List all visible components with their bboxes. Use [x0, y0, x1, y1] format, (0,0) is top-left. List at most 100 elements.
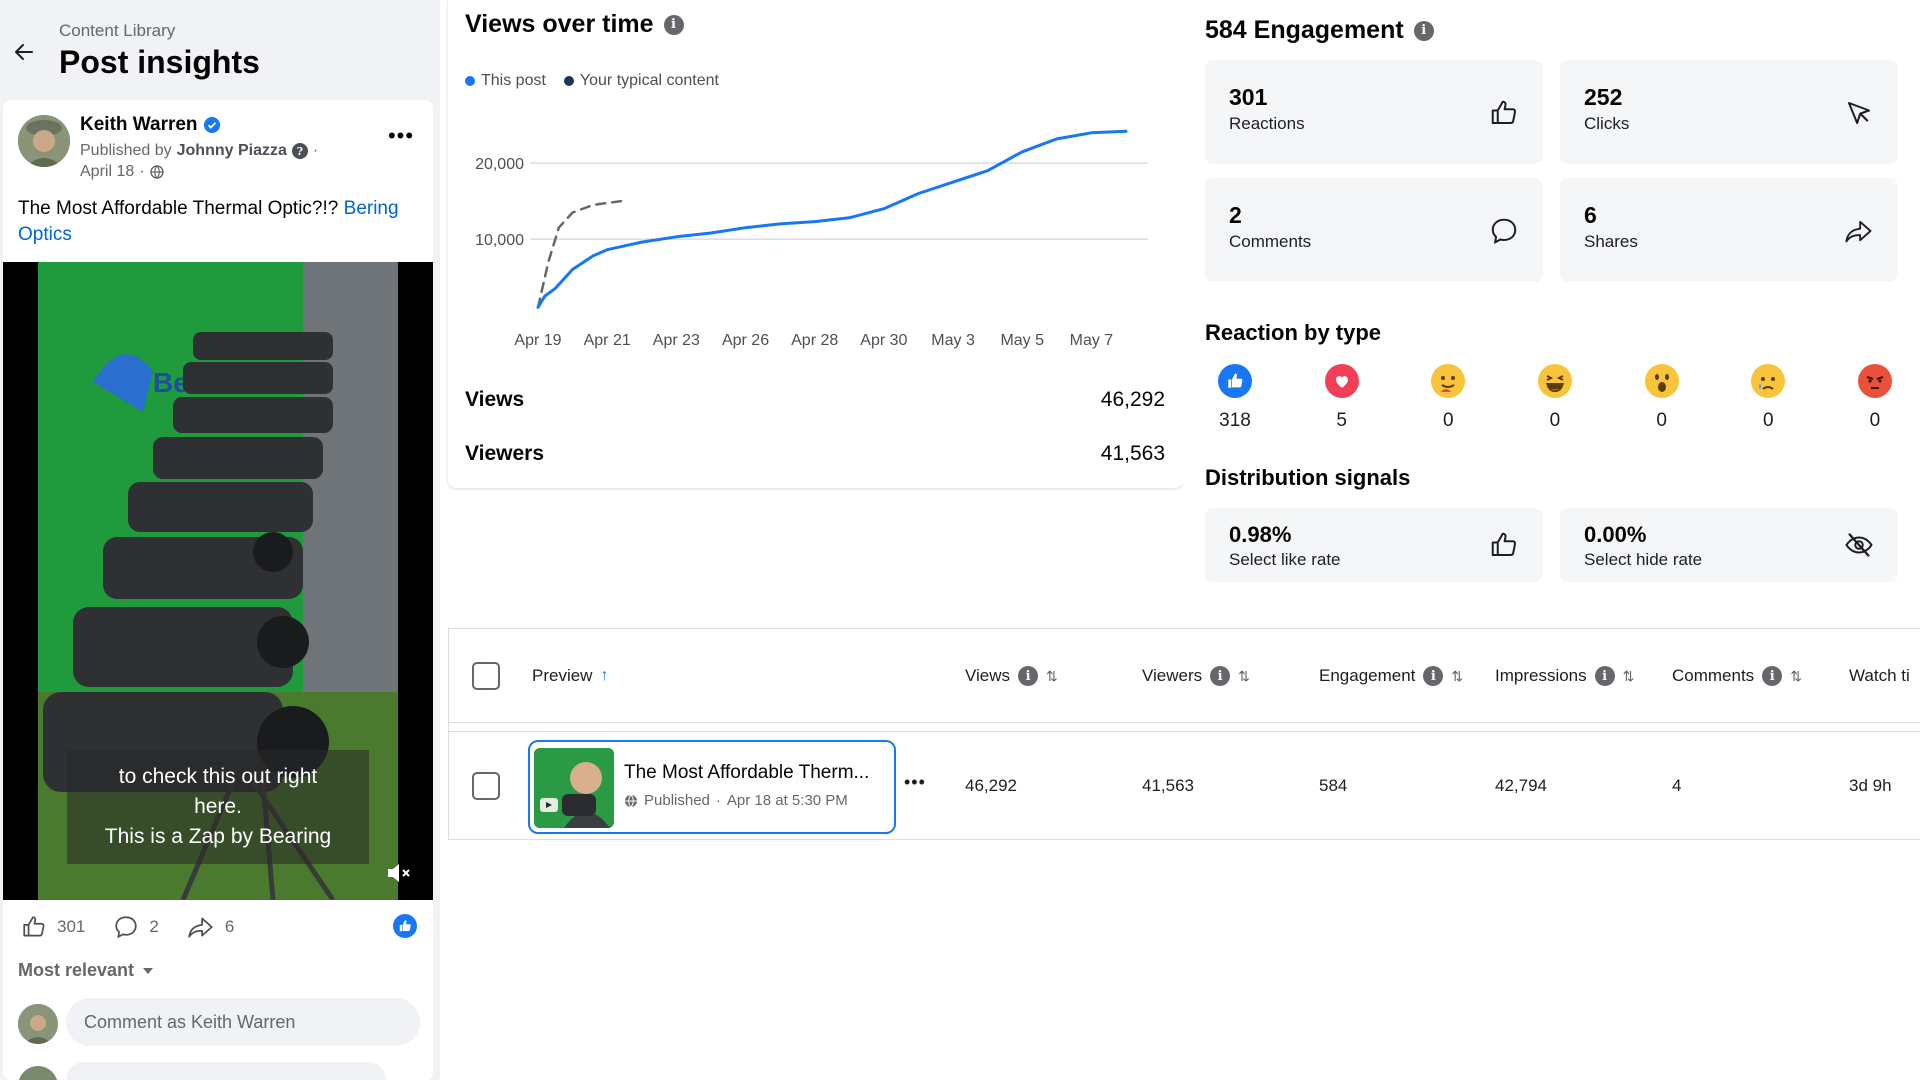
column-label: Viewers	[1142, 666, 1203, 685]
comments-stat[interactable]: 2	[113, 914, 159, 940]
column-header-preview[interactable]: Preview ↑	[532, 666, 608, 686]
angry-count: 0	[1869, 410, 1881, 431]
reaction-care[interactable]: 0	[1418, 364, 1478, 432]
avatar-image	[18, 1004, 58, 1044]
post-preview-title[interactable]: The Most Affordable Therm...	[624, 762, 892, 784]
info-icon[interactable]: i	[1210, 666, 1231, 686]
reaction-wow[interactable]: 0	[1632, 364, 1692, 432]
caret-down-icon	[143, 967, 154, 974]
share-icon	[1845, 220, 1872, 243]
thumbs-up-icon	[1491, 532, 1517, 556]
separator-dot: ·	[139, 163, 145, 180]
comments-label: Comments	[1229, 232, 1312, 251]
haha-count: 0	[1549, 410, 1561, 431]
mute-button[interactable]	[383, 858, 413, 888]
help-icon[interactable]: ?	[291, 143, 308, 159]
info-icon[interactable]: i	[1018, 666, 1039, 686]
hide-rate-card[interactable]: 0.00% Select hide rate	[1560, 508, 1898, 582]
cell-engagement: 584	[1319, 776, 1348, 795]
video-subtitle: to check this out right here. This is a …	[67, 750, 369, 864]
subtitle-line: here.	[194, 795, 242, 818]
info-icon[interactable]: i	[1423, 666, 1444, 686]
like-rate-card[interactable]: 0.98% Select like rate	[1205, 508, 1543, 582]
column-header-impressions[interactable]: Impressions i ⇅	[1495, 666, 1634, 686]
author-name[interactable]: Keith Warren	[80, 114, 220, 136]
page-title: Post insights	[59, 44, 260, 80]
clicks-card[interactable]: 252 Clicks	[1560, 60, 1898, 164]
thumbs-up-icon	[399, 920, 411, 932]
like-rate-value: 0.98%	[1229, 522, 1292, 547]
post-video[interactable]: Be to check this out right here. This is…	[3, 262, 433, 900]
separator-dot: ·	[312, 142, 319, 159]
status-text: Published	[644, 792, 710, 809]
table-row[interactable]: The Most Affordable Therm... Published ·…	[449, 731, 1920, 841]
back-button[interactable]	[6, 34, 42, 70]
y-tick-label: 10,000	[475, 232, 524, 249]
author-avatar[interactable]	[18, 115, 70, 167]
author-name-text[interactable]: Keith Warren	[80, 114, 198, 136]
column-header-engagement[interactable]: Engagement i ⇅	[1319, 666, 1463, 686]
reactions-stat[interactable]: 301	[21, 914, 85, 940]
post-more-options-button[interactable]: •••	[381, 122, 421, 150]
info-icon[interactable]: i	[1594, 666, 1615, 686]
published-prefix: Published by	[80, 142, 172, 159]
viewers-metric-row: Viewers 41,563	[465, 442, 1165, 466]
viewers-label: Viewers	[465, 442, 545, 465]
post-date-line: April 18 ·	[80, 163, 164, 181]
hidden-eye-icon	[1845, 533, 1873, 557]
clicks-value: 252	[1584, 84, 1623, 110]
breadcrumb[interactable]: Content Library	[59, 21, 175, 41]
column-header-viewers[interactable]: Viewers i ⇅	[1142, 666, 1250, 686]
post-date[interactable]: April 18	[80, 163, 134, 181]
comment-sort-dropdown[interactable]: Most relevant	[18, 960, 154, 981]
column-header-watch-time[interactable]: Watch ti	[1849, 666, 1910, 686]
post-card: Keith Warren Published by Johnny Piazza …	[3, 100, 433, 1080]
comments-card[interactable]: 2 Comments	[1205, 178, 1543, 282]
sad-count: 0	[1762, 410, 1774, 431]
shares-stat[interactable]: 6	[187, 914, 234, 940]
comment-input[interactable]	[66, 998, 420, 1046]
thumbs-up-icon	[23, 916, 45, 937]
column-header-views[interactable]: Views i ⇅	[965, 666, 1058, 686]
cursor-icon	[1848, 102, 1870, 124]
info-icon[interactable]: i	[663, 14, 684, 35]
cell-views: 46,292	[965, 776, 1017, 795]
reaction-sad[interactable]: 0	[1738, 364, 1798, 432]
x-tick-label: Apr 23	[653, 332, 700, 349]
comments-value: 2	[1229, 202, 1242, 228]
x-tick-label: Apr 19	[514, 332, 561, 349]
next-comment-bubble	[66, 1062, 386, 1080]
cell-viewers: 41,563	[1142, 776, 1194, 795]
separator-dot: ·	[715, 792, 721, 809]
x-tick-label: May 3	[931, 332, 975, 349]
column-header-comments[interactable]: Comments i ⇅	[1672, 666, 1802, 686]
row-more-options-button[interactable]: •••	[904, 772, 926, 793]
comment-sort-label: Most relevant	[18, 960, 135, 980]
info-icon[interactable]: i	[1762, 666, 1783, 686]
legend-item-this-post: This post	[465, 72, 546, 90]
reaction-angry[interactable]: 0	[1845, 364, 1905, 432]
globe-icon	[625, 794, 637, 807]
like-reaction-badge	[393, 914, 417, 938]
chart-legend: This post Your typical content	[465, 72, 719, 90]
reaction-by-type-title: Reaction by type	[1205, 320, 1382, 345]
arrow-left-icon	[15, 44, 33, 60]
select-all-checkbox[interactable]	[472, 662, 500, 690]
publisher-name[interactable]: Johnny Piazza	[177, 142, 287, 160]
column-label: Engagement	[1319, 666, 1416, 685]
post-preview-cell[interactable]: The Most Affordable Therm... Published ·…	[528, 740, 896, 834]
engagement-title-text: 584 Engagement	[1205, 16, 1404, 44]
reaction-like[interactable]: 318	[1205, 364, 1265, 432]
commenter-avatar[interactable]	[18, 1004, 58, 1044]
comment-icon	[1491, 218, 1517, 245]
reaction-haha[interactable]: 0	[1525, 364, 1585, 432]
reaction-love[interactable]: 5	[1312, 364, 1372, 432]
row-checkbox[interactable]	[472, 772, 500, 800]
next-comment-avatar	[18, 1066, 58, 1080]
reactions-card[interactable]: 301 Reactions	[1205, 60, 1543, 164]
cell-comments: 4	[1672, 776, 1682, 795]
post-thumbnail	[534, 748, 614, 828]
info-icon[interactable]: i	[1413, 20, 1434, 41]
shares-card[interactable]: 6 Shares	[1560, 178, 1898, 282]
views-line-chart: 10,000 20,000 Apr 19 Apr 21 Apr 23 Apr 26 Apr …	[475, 129, 1148, 349]
